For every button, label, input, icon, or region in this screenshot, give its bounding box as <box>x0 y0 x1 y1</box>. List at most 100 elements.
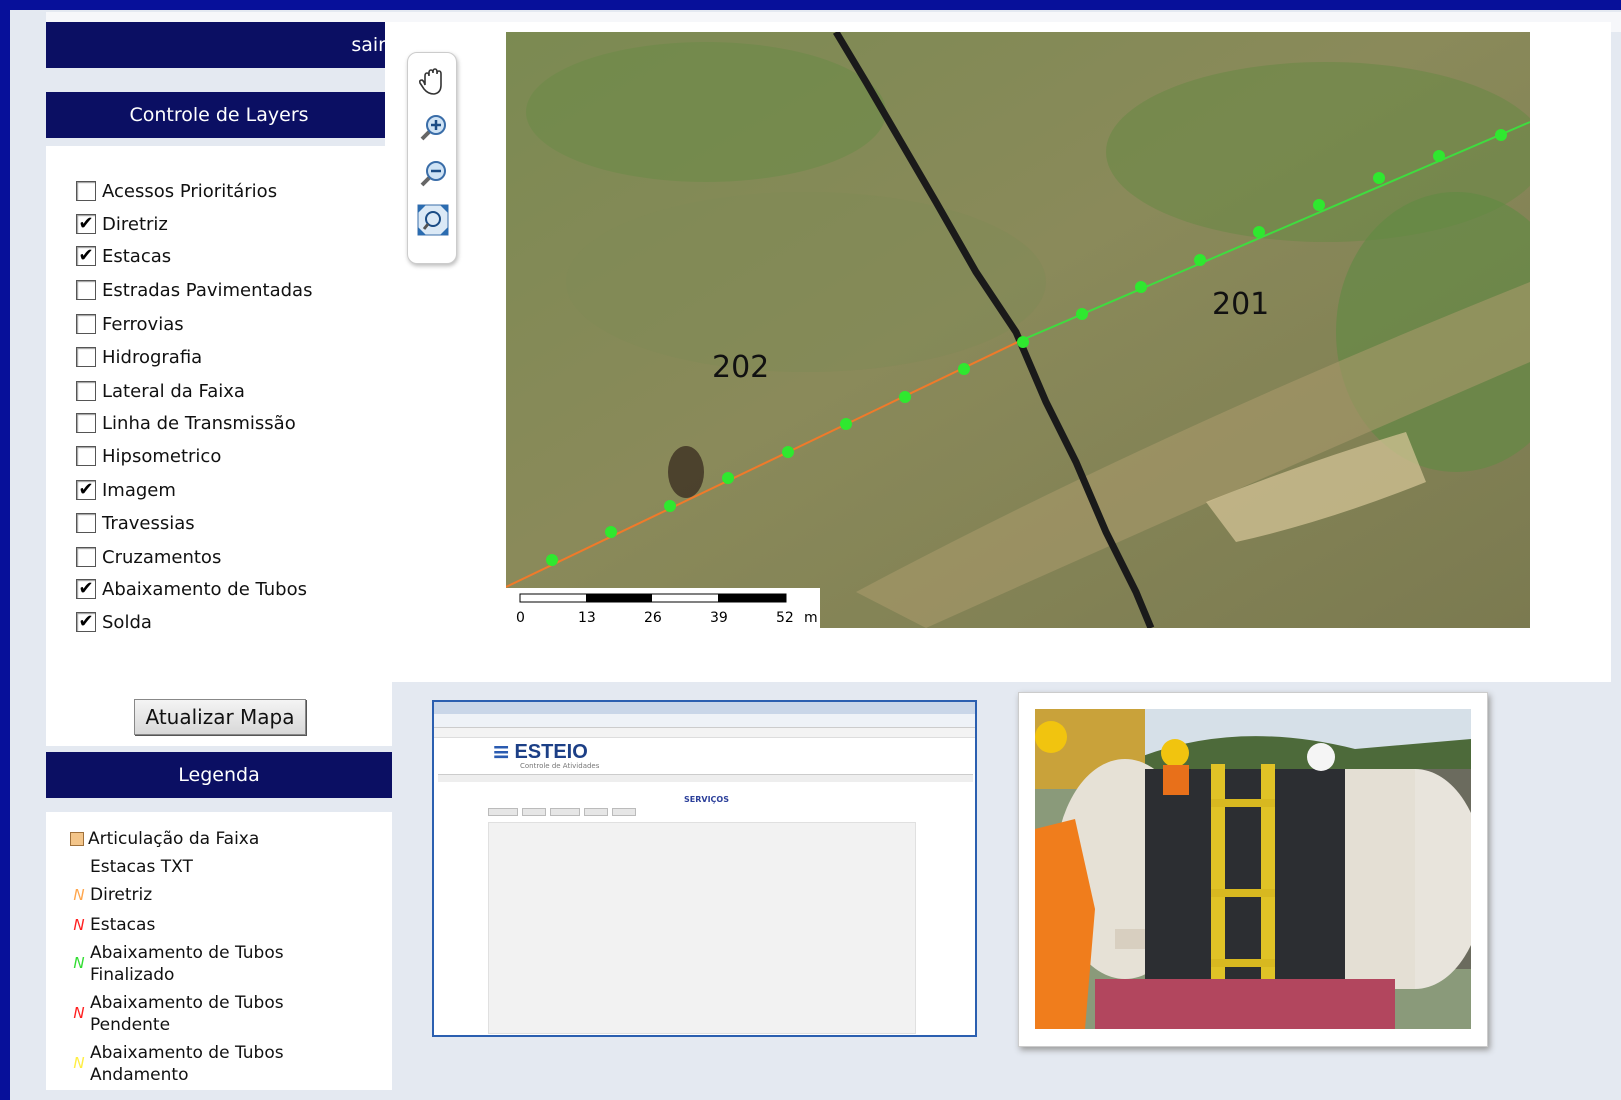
layer-item[interactable]: Lateral da Faixa <box>76 376 245 406</box>
layer-checkbox[interactable]: ✔ <box>76 579 96 599</box>
zoom-extent-icon[interactable] <box>416 203 450 237</box>
zoom-out-icon[interactable] <box>416 157 450 191</box>
layer-checkbox[interactable]: ✔ <box>76 612 96 632</box>
legend-swatch-icon <box>70 832 84 846</box>
legend-item: Estacas TXT <box>70 856 193 878</box>
legend-line-icon: N <box>73 1004 85 1022</box>
map-label-202: 202 <box>712 350 769 385</box>
pan-hand-icon[interactable] <box>416 65 450 99</box>
layer-item[interactable]: Estradas Pavimentadas <box>76 275 312 305</box>
layer-label: Ferrovias <box>102 313 184 335</box>
layer-checkbox[interactable] <box>76 381 96 401</box>
legend-label: Abaixamento de Tubos Finalizado <box>90 943 284 985</box>
layer-item[interactable]: ✔ Imagem <box>76 475 176 505</box>
esteio-subtitle: Controle de Atividades <box>520 762 600 770</box>
layer-item[interactable]: ✔ Estacas <box>76 241 171 271</box>
logout-bar: sair <box>46 22 392 68</box>
layer-checkbox[interactable] <box>76 547 96 567</box>
legend-line-icon: N <box>73 1054 85 1072</box>
scale-tick-26: 26 <box>644 610 662 626</box>
layer-checkbox[interactable] <box>76 413 96 433</box>
legend-item: N Diretriz <box>70 884 152 906</box>
top-border <box>0 0 1621 10</box>
scale-tick-52: 52 <box>776 610 794 626</box>
layers-title: Controle de Layers <box>129 104 309 126</box>
layer-item[interactable]: Linha de Transmissão <box>76 408 296 438</box>
layer-checkbox[interactable]: ✔ <box>76 246 96 266</box>
layer-label: Diretriz <box>102 213 168 235</box>
thumb-buttons <box>488 808 654 818</box>
legend-item: N Estacas <box>70 914 155 936</box>
layer-item[interactable]: Cruzamentos <box>76 542 221 572</box>
app-screenshot-thumbnail: ≡ ESTEIO Controle de Atividades SERVIÇOS <box>432 700 977 1037</box>
layer-label: Acessos Prioritários <box>102 180 278 202</box>
legend-label: Articulação da Faixa <box>88 829 260 849</box>
layers-header: Controle de Layers <box>46 92 392 138</box>
legend-line-icon: N <box>73 886 85 904</box>
thumb-section-title: SERVIÇOS <box>684 795 729 804</box>
browser-addressbar <box>434 714 975 728</box>
layer-item[interactable]: Acessos Prioritários <box>76 176 277 206</box>
layer-checkbox[interactable] <box>76 280 96 300</box>
layer-label: Estacas <box>102 245 172 267</box>
photo-frame <box>1018 692 1488 1047</box>
layer-checkbox[interactable] <box>76 446 96 466</box>
scale-tick-0: 0 <box>516 610 525 626</box>
legend-item: N Abaixamento de Tubos Pendente <box>70 992 290 1036</box>
layer-checkbox[interactable]: ✔ <box>76 480 96 500</box>
legend-label: Estacas TXT <box>90 857 193 877</box>
thumb-menu <box>438 774 973 782</box>
scale-unit: m <box>804 610 818 626</box>
layers-panel: Acessos Prioritários ✔ Diretriz ✔ Estacas Est… <box>46 146 392 746</box>
thumb-content <box>488 822 916 1034</box>
legend-header: Legenda <box>46 752 392 798</box>
layer-item[interactable]: Travessias <box>76 508 195 538</box>
legend-panel: Articulação da Faixa Estacas TXT N Diretriz… <box>46 812 392 1090</box>
browser-bookmarks <box>434 728 975 738</box>
scale-tick-13: 13 <box>578 610 596 626</box>
layer-label: Abaixamento de Tubos <box>102 578 307 600</box>
zoom-in-icon[interactable] <box>416 111 450 145</box>
layer-label: Imagem <box>102 479 176 501</box>
logout-link[interactable]: sair <box>351 34 386 56</box>
legend-line-icon: N <box>73 916 85 934</box>
map-image[interactable]: 202 201 <box>506 32 1530 628</box>
layer-item[interactable]: Hidrografia <box>76 342 202 372</box>
legend-label: Estacas <box>90 915 156 935</box>
layer-label: Estradas Pavimentadas <box>102 279 313 301</box>
map-label-201: 201 <box>1212 287 1269 322</box>
legend-item: Articulação da Faixa <box>70 828 259 850</box>
legend-label: Abaixamento de Tubos Pendente <box>90 993 284 1035</box>
legend-title: Legenda <box>178 764 260 786</box>
map-area: 202 201 0 13 26 39 52 m <box>385 22 1611 682</box>
layer-item[interactable]: ✔ Diretriz <box>76 209 168 239</box>
layer-label: Lateral da Faixa <box>102 380 245 402</box>
legend-label: Diretriz <box>90 885 153 905</box>
update-map-button[interactable]: Atualizar Mapa <box>134 699 306 735</box>
scale-tick-39: 39 <box>710 610 728 626</box>
browser-tabbar <box>434 702 975 714</box>
legend-label: Abaixamento de Tubos Andamento <box>90 1043 284 1085</box>
layer-label: Solda <box>102 611 152 633</box>
layer-checkbox[interactable] <box>76 181 96 201</box>
layer-label: Cruzamentos <box>102 546 222 568</box>
layer-checkbox[interactable] <box>76 513 96 533</box>
layer-item[interactable]: ✔ Abaixamento de Tubos <box>76 574 307 604</box>
legend-item: N Abaixamento de Tubos Finalizado <box>70 942 290 986</box>
sidebar: sair Controle de Layers Acessos Prioritá… <box>36 22 392 1090</box>
legend-line-icon: N <box>73 954 85 972</box>
map-toolbar <box>407 52 457 264</box>
layer-item[interactable]: Ferrovias <box>76 309 184 339</box>
legend-item: N Abaixamento de Tubos Andamento <box>70 1042 290 1086</box>
layer-checkbox[interactable] <box>76 347 96 367</box>
layer-item[interactable]: Hipsometrico <box>76 441 221 471</box>
pipe-welding-photo <box>1035 709 1471 1029</box>
layer-label: Hidrografia <box>102 346 203 368</box>
scale-bar: 0 13 26 39 52 m <box>506 588 820 628</box>
layer-checkbox[interactable]: ✔ <box>76 214 96 234</box>
layer-checkbox[interactable] <box>76 314 96 334</box>
layer-label: Linha de Transmissão <box>102 412 296 434</box>
layer-label: Hipsometrico <box>102 445 222 467</box>
layer-label: Travessias <box>102 512 195 534</box>
layer-item[interactable]: ✔ Solda <box>76 607 152 637</box>
